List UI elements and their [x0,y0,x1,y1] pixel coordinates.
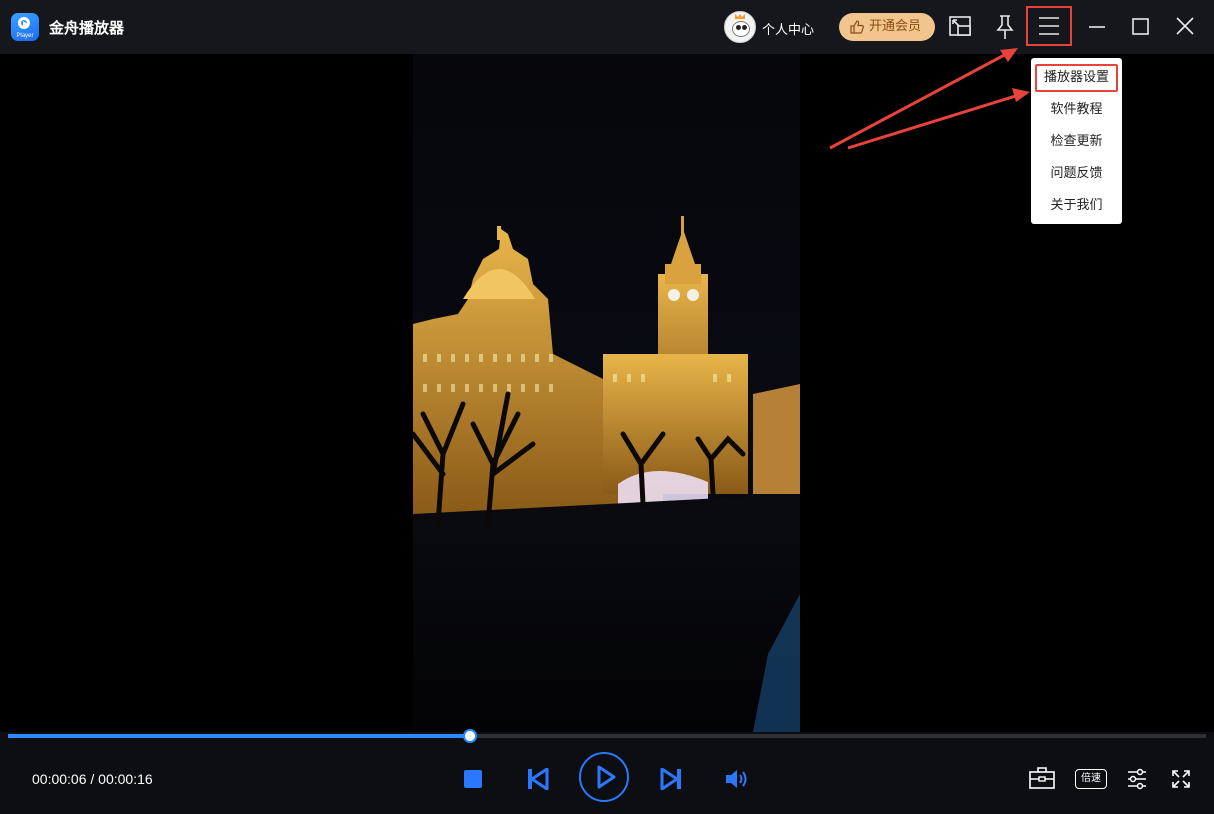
control-bar: 00:00:06 / 00:00:16 倍速 [0,744,1214,814]
play-button[interactable] [579,752,629,802]
stop-icon[interactable] [463,769,483,789]
progress-bar[interactable] [8,729,1206,743]
settings-sliders-icon[interactable] [1126,768,1148,790]
toolbox-icon[interactable] [1028,766,1056,790]
speed-button[interactable]: 倍速 [1075,769,1107,789]
time-display: 00:00:06 / 00:00:16 [32,771,153,787]
previous-icon[interactable] [526,768,550,790]
annotation-arrows [829,48,1030,150]
fullscreen-icon[interactable] [1171,769,1191,789]
next-icon[interactable] [659,768,683,790]
progress-fill [8,734,470,738]
volume-icon[interactable] [724,767,750,791]
play-icon [597,765,616,789]
